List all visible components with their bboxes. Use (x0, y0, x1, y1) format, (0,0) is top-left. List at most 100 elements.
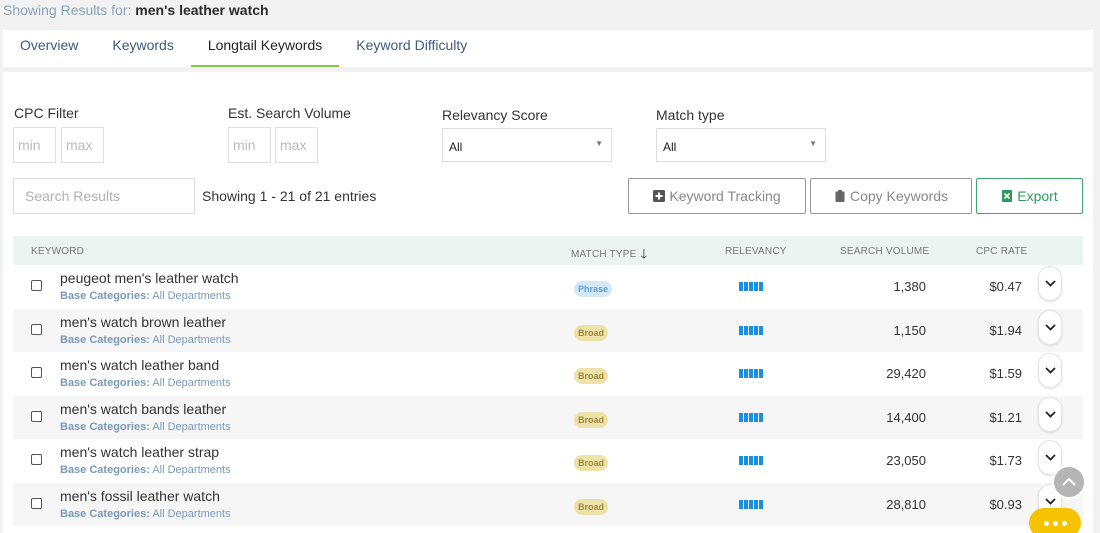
category-value: All Departments (152, 420, 231, 433)
relevancy-bar (749, 282, 753, 291)
clipboard-icon (835, 190, 845, 202)
keyword-text: men's watch leather band (60, 357, 220, 373)
expand-row-button[interactable] (1038, 266, 1062, 301)
relevancy-bar (759, 499, 763, 509)
column-keyword[interactable]: KEYWORD (31, 246, 84, 257)
match-type-badge: Broad (574, 324, 609, 341)
match-type-select[interactable]: All ▼ (656, 128, 826, 162)
tab-keyword-difficulty[interactable]: Keyword Difficulty (339, 30, 484, 67)
base-categories: Base Categories: All Departments (60, 377, 231, 389)
base-categories-label: Base Categories: (60, 290, 150, 302)
keyword-text: men's fossil leather watch (60, 487, 220, 504)
relevancy-score-label: Relevancy Score (442, 107, 548, 123)
table-header: KEYWORD MATCH TYPE 🡓 RELEVANCY SEARCH VOL… (13, 236, 1083, 265)
relevancy-select-value: All (449, 140, 463, 154)
row-checkbox[interactable] (31, 323, 42, 335)
cpc-rate-value: $1.21 (989, 409, 1022, 425)
relevancy-bar (744, 282, 748, 291)
expand-row-button[interactable] (1038, 396, 1062, 432)
relevancy-bar (754, 456, 758, 465)
column-search-volume[interactable]: SEARCH VOLUME (840, 246, 929, 257)
column-relevancy[interactable]: RELEVANCY (725, 246, 787, 257)
search-results-input[interactable]: Search Results (13, 178, 195, 214)
relevancy-bar (754, 412, 758, 422)
relevancy-bars (739, 282, 763, 291)
chevron-down-icon (1044, 497, 1056, 505)
relevancy-select[interactable]: All ▼ (442, 128, 612, 162)
chevron-down-icon (1044, 323, 1056, 331)
export-button[interactable]: Export (976, 178, 1083, 214)
chevron-down-icon (1044, 367, 1056, 374)
chevron-down-icon (1044, 280, 1056, 287)
relevancy-bar (754, 325, 758, 335)
base-categories-label: Base Categories: (60, 464, 150, 476)
table-row: peugeot men's leather watch Base Categori… (13, 265, 1083, 308)
caret-down-icon: ▼ (809, 139, 817, 148)
relevancy-bar (759, 412, 763, 422)
base-categories-label: Base Categories: (60, 333, 150, 346)
tab-keywords[interactable]: Keywords (95, 30, 190, 67)
match-type-label: Match type (656, 107, 725, 123)
keyword-tracking-button[interactable]: Keyword Tracking (628, 178, 806, 214)
scroll-to-top-button[interactable] (1052, 465, 1086, 499)
relevancy-bar (739, 282, 743, 291)
column-cpc-rate[interactable]: CPC RATE (976, 246, 1027, 257)
search-volume-value: 28,810 (886, 496, 926, 512)
relevancy-bar (759, 282, 763, 291)
search-volume-value: 1,380 (893, 279, 926, 294)
table-row: men's watch brown leather Base Categories… (13, 308, 1083, 352)
category-value: All Departments (152, 333, 231, 346)
relevancy-bars (739, 456, 763, 465)
relevancy-bar (759, 369, 763, 378)
column-match-type[interactable]: MATCH TYPE 🡓 (571, 244, 648, 266)
relevancy-bar (739, 456, 743, 465)
chat-dot (1052, 520, 1058, 526)
row-checkbox[interactable] (31, 367, 42, 378)
row-checkbox[interactable] (31, 454, 42, 465)
cpc-rate-value: $0.93 (989, 496, 1022, 512)
match-type-badge: Phrase (574, 281, 613, 297)
base-categories: Base Categories: All Departments (60, 334, 231, 346)
table-row: men's watch leather band Base Categories:… (13, 352, 1083, 395)
copy-keywords-button[interactable]: Copy Keywords (810, 178, 972, 214)
cpc-min-input[interactable]: min (13, 127, 56, 163)
relevancy-bar (744, 456, 748, 465)
relevancy-bars (739, 369, 763, 378)
relevancy-bar (754, 369, 758, 378)
relevancy-bar (749, 369, 753, 378)
relevancy-bar (744, 412, 748, 422)
arrow-down-icon: 🡓 (640, 246, 648, 261)
results-panel: CPC Filter min max Est. Search Volume mi… (3, 72, 1093, 533)
cpc-rate-value: $0.47 (989, 279, 1022, 294)
results-heading: Showing Results for: men's leather watch (3, 2, 269, 18)
relevancy-bar (759, 325, 763, 335)
relevancy-bar (749, 412, 753, 422)
expand-row-button[interactable] (1038, 309, 1062, 345)
expand-row-button[interactable] (1038, 353, 1062, 388)
match-type-badge: Broad (574, 455, 609, 471)
row-checkbox[interactable] (31, 410, 42, 422)
row-checkbox[interactable] (31, 497, 42, 509)
match-type-badge: Broad (574, 411, 609, 428)
category-value: All Departments (152, 464, 231, 476)
entries-count: Showing 1 - 21 of 21 entries (202, 188, 377, 204)
chat-button[interactable] (1029, 508, 1081, 533)
cpc-max-input[interactable]: max (61, 127, 104, 163)
relevancy-bars (739, 412, 763, 422)
relevancy-bar (749, 456, 753, 465)
tab-longtail-keywords[interactable]: Longtail Keywords (190, 30, 340, 67)
relevancy-bar (739, 499, 743, 509)
results-prefix: Showing Results for: (3, 2, 132, 18)
row-checkbox[interactable] (31, 280, 42, 291)
relevancy-bar (739, 325, 743, 335)
cpc-rate-value: $1.94 (989, 322, 1022, 338)
category-value: All Departments (152, 290, 231, 302)
tab-bar: Overview Keywords Longtail Keywords Keyw… (3, 30, 1093, 67)
base-categories: Base Categories: All Departments (60, 464, 231, 476)
search-volume-value: 14,400 (886, 409, 926, 425)
volume-max-input[interactable]: max (275, 127, 318, 163)
keyword-text: men's watch bands leather (60, 400, 227, 417)
volume-min-input[interactable]: min (228, 127, 271, 163)
tab-overview[interactable]: Overview (3, 30, 95, 67)
chat-dot (1043, 520, 1049, 526)
